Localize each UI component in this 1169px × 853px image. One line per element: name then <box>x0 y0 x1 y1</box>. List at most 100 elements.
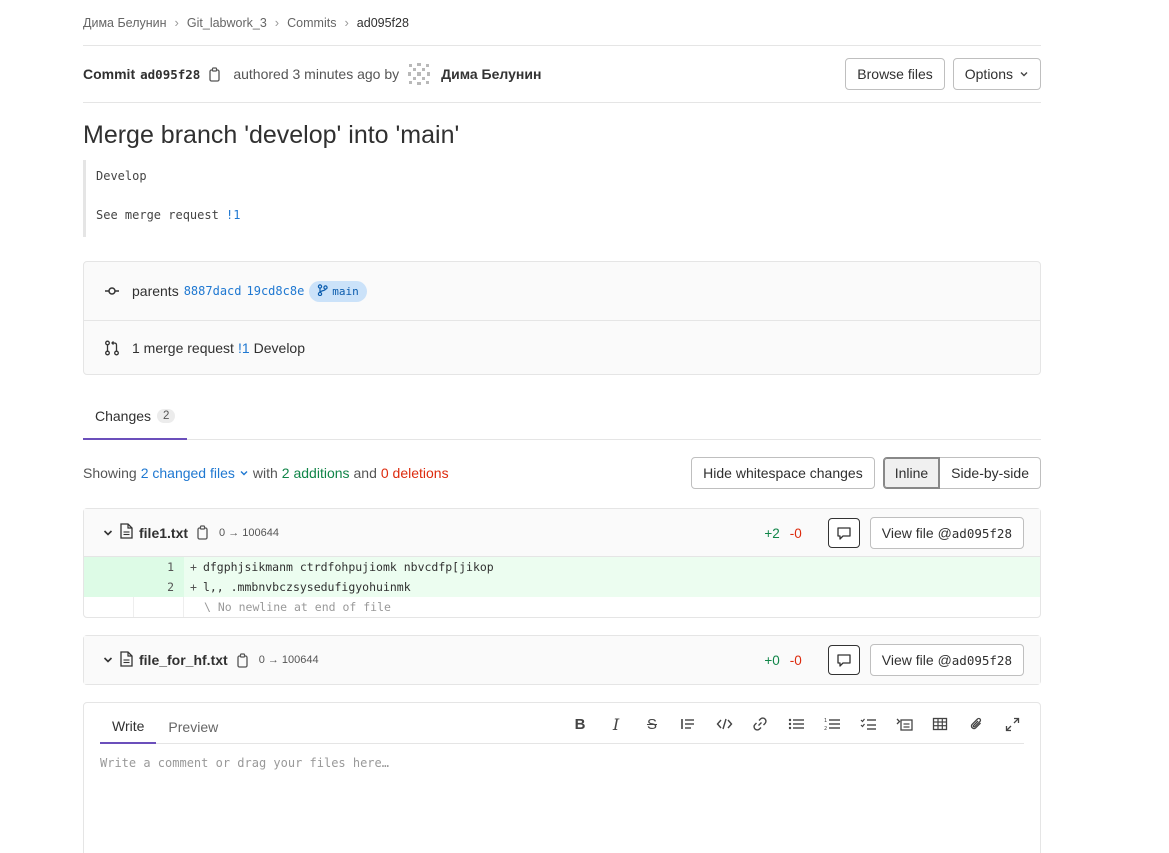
parents-row: parents 8887dacd 19cd8c8e main <box>84 262 1040 320</box>
side-by-side-view-button[interactable]: Side-by-side <box>940 457 1041 489</box>
diff-line: 2 + l,, .mmbnvbczsysedufigyohuinmk <box>84 577 1040 597</box>
and-text: and <box>353 465 377 481</box>
svg-text:1: 1 <box>824 718 827 724</box>
merge-request-link[interactable]: !1 <box>238 340 250 356</box>
chevron-down-icon[interactable] <box>102 527 114 539</box>
commit-icon <box>104 283 120 299</box>
fullscreen-icon[interactable] <box>1000 713 1024 735</box>
bold-icon[interactable]: B <box>568 713 592 735</box>
breadcrumb-separator-icon: › <box>174 15 179 30</box>
browse-files-button[interactable]: Browse files <box>845 58 945 90</box>
options-label: Options <box>964 66 1013 82</box>
new-line-number[interactable]: 2 <box>134 577 184 597</box>
tab-preview[interactable]: Preview <box>156 719 230 743</box>
showing-text: Showing <box>83 465 137 481</box>
author-name[interactable]: Дима Белунин <box>441 66 541 82</box>
italic-icon[interactable]: I <box>604 713 628 735</box>
commit-title: Merge branch 'develop' into 'main' <box>83 121 460 149</box>
bullet-list-icon[interactable] <box>784 713 808 735</box>
diff-file-header: file_for_hf.txt 0 → 100644 +0 -0 View fi… <box>84 636 1040 684</box>
parent-sha-link[interactable]: 19cd8c8e <box>247 284 305 298</box>
numbered-list-icon[interactable]: 12 <box>820 713 844 735</box>
with-text: with <box>252 465 278 481</box>
commit-info-box: parents 8887dacd 19cd8c8e main 1 merge r… <box>83 261 1041 375</box>
strikethrough-icon[interactable]: S <box>640 713 664 735</box>
collapsible-section-icon[interactable] <box>892 713 916 735</box>
breadcrumb: Дима Белунин › Git_labwork_3 › Commits ›… <box>83 0 1041 46</box>
merge-request-count: 1 merge request <box>132 339 234 356</box>
file-deletions: -0 <box>789 525 802 541</box>
options-dropdown[interactable]: Options <box>952 58 1041 90</box>
old-line-number <box>84 577 134 597</box>
breadcrumb-separator-icon: › <box>344 15 349 30</box>
markdown-toolbar: B I S 12 <box>568 713 1024 735</box>
merge-request-icon <box>104 340 120 356</box>
hide-whitespace-button[interactable]: Hide whitespace changes <box>691 457 875 489</box>
view-file-button[interactable]: View file @ ad095f28 <box>869 517 1024 549</box>
breadcrumb-user[interactable]: Дима Белунин <box>83 16 167 30</box>
breadcrumb-project[interactable]: Git_labwork_3 <box>187 16 267 30</box>
file-name[interactable]: file1.txt <box>139 525 188 541</box>
changed-files-label: 2 changed files <box>140 465 235 481</box>
additions-count: 2 additions <box>281 465 350 481</box>
authored-text: authored 3 minutes ago by <box>233 66 400 82</box>
tab-changes[interactable]: Changes 2 <box>83 394 188 440</box>
diff-file-header: file1.txt 0 → 100644 +2 -0 View file @ ad… <box>84 509 1040 557</box>
copy-icon[interactable] <box>195 525 211 541</box>
tab-write[interactable]: Write <box>100 718 157 744</box>
changed-files-dropdown[interactable]: 2 changed files <box>141 465 249 481</box>
file-deletions: -0 <box>789 652 802 668</box>
diff-line: 1 + dfgphjsikmanm ctrdfohpujiomk nbvcdfp[… <box>84 557 1040 577</box>
diff-line-text: dfgphjsikmanm ctrdfohpujiomk nbvcdfp[jik… <box>202 560 494 574</box>
old-line-number <box>84 557 134 577</box>
merge-request-link[interactable]: !1 <box>226 208 240 222</box>
commit-description: Develop See merge request !1 <box>83 160 1041 237</box>
view-file-button[interactable]: View file @ ad095f28 <box>869 644 1024 676</box>
diff-stats: Showing 2 changed files with 2 additions… <box>83 457 1041 489</box>
breadcrumb-separator-icon: › <box>274 15 280 30</box>
copy-icon[interactable] <box>235 652 251 668</box>
comment-form: Write Preview B I S 12 <box>83 702 1041 853</box>
commit-sha: ad095f28 <box>140 66 201 82</box>
file-icon <box>120 650 133 670</box>
parent-sha-link[interactable]: 8887dacd <box>184 284 242 298</box>
avatar[interactable] <box>407 62 431 86</box>
new-line-number[interactable]: 1 <box>134 557 184 577</box>
commit-header: Commit ad095f28 authored 3 minutes ago b… <box>83 46 1041 103</box>
svg-text:2: 2 <box>824 726 827 731</box>
quote-icon[interactable] <box>676 713 700 735</box>
task-list-icon[interactable] <box>856 713 880 735</box>
chevron-down-icon <box>1019 66 1029 82</box>
file-mode: 0 → 100644 <box>219 526 279 539</box>
tabs: Changes 2 <box>83 394 1041 440</box>
no-newline-text: \ No newline at end of file <box>204 600 391 614</box>
attach-file-icon[interactable] <box>964 713 988 735</box>
file-name[interactable]: file_for_hf.txt <box>139 652 228 668</box>
merge-request-row: 1 merge request !1 Develop <box>84 320 1040 374</box>
comment-icon[interactable] <box>827 645 860 675</box>
diff-file: file1.txt 0 → 100644 +2 -0 View file @ ad… <box>83 508 1041 618</box>
comment-icon[interactable] <box>827 518 860 548</box>
parents-label: parents <box>132 283 179 299</box>
file-additions: +2 <box>764 525 780 541</box>
diff-line-text: l,, .mmbnvbczsysedufigyohuinmk <box>202 580 411 594</box>
description-line: See merge request !1 <box>96 208 241 222</box>
breadcrumb-commits[interactable]: Commits <box>287 16 336 30</box>
chevron-down-icon[interactable] <box>102 654 114 666</box>
commit-page: Дима Белунин › Git_labwork_3 › Commits ›… <box>83 0 1041 853</box>
branch-icon <box>317 283 328 299</box>
link-icon[interactable] <box>748 713 772 735</box>
comment-textarea[interactable] <box>100 744 1024 770</box>
file-additions: +0 <box>764 652 780 668</box>
code-icon[interactable] <box>712 713 736 735</box>
diff-view-toggle: Inline Side-by-side <box>882 457 1041 489</box>
branch-badge[interactable]: main <box>309 280 367 302</box>
inline-view-button[interactable]: Inline <box>882 457 941 489</box>
commit-label: Commit <box>83 66 136 82</box>
comment-tabs: Write Preview B I S 12 <box>100 703 1024 744</box>
copy-icon[interactable] <box>207 66 223 82</box>
branch-name: main <box>332 284 359 298</box>
description-line: Develop <box>96 169 147 183</box>
breadcrumb-current[interactable]: ad095f28 <box>357 16 409 30</box>
table-icon[interactable] <box>928 713 952 735</box>
